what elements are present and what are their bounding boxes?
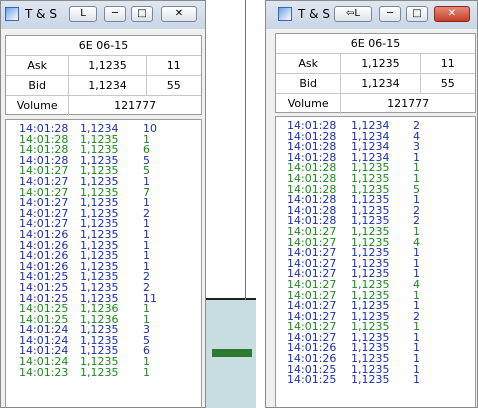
trade-price: 1,1235 — [351, 373, 390, 387]
left-ts-window[interactable]: T & S L ─ □ ✕ 6E 06-15 Ask 1,1235 11 Bid… — [0, 0, 206, 408]
left-title-bar[interactable]: T & S L ─ □ ✕ — [1, 1, 205, 29]
right-volume-label: Volume — [276, 94, 342, 114]
right-contract-name: 6E 06-15 — [350, 37, 401, 50]
left-volume-value: 121777 — [114, 99, 157, 112]
trade-size: 1 — [143, 365, 150, 379]
left-bid-price: 1,1234 — [69, 76, 147, 95]
left-ask-size: 11 — [166, 59, 181, 72]
left-ask-price: 1,1235 — [69, 56, 147, 75]
right-ask-label: Ask — [276, 54, 342, 73]
right-close-button[interactable]: ✕ — [434, 6, 470, 22]
right-title-bar[interactable]: T & S ⇦L ─ □ ✕ — [266, 1, 477, 29]
left-volume-label: Volume — [6, 96, 70, 116]
left-trade-list[interactable]: 14:01:28 1,1234 10 14:01:28 1,1235 1 14:01:28 1… — [5, 119, 202, 407]
left-bid-size: 55 — [166, 79, 181, 92]
right-trade-list[interactable]: 14:01:28 1,1234 2 14:01:28 1,1234 4 14:01:28 1,… — [275, 116, 476, 407]
right-ts-window[interactable]: T & S ⇦L ─ □ ✕ 6E 06-15 Ask 1,1235 11 Bi… — [265, 0, 478, 408]
minimize-icon: ─ — [386, 8, 394, 19]
trade-row: 14:01:23 1,1235 1 — [6, 365, 201, 379]
right-lock-label: L — [354, 8, 360, 19]
right-quote-panel: 6E 06-15 Ask 1,1235 11 Bid 1,1234 55 Vol… — [275, 33, 476, 114]
right-volume-value: 121777 — [387, 97, 430, 110]
background-green-bar — [212, 349, 252, 357]
left-window-title: T & S — [25, 7, 57, 21]
right-ask-price: 1,1235 — [341, 54, 421, 73]
left-lock-button[interactable]: L — [69, 6, 97, 22]
right-window-title: T & S — [298, 7, 330, 21]
minimize-icon: ─ — [111, 8, 119, 19]
right-lock-button[interactable]: ⇦L — [334, 6, 372, 22]
trade-time: 14:01:23 — [19, 365, 69, 379]
left-quote-panel: 6E 06-15 Ask 1,1235 11 Bid 1,1234 55 Vol… — [5, 35, 202, 116]
right-bid-label: Bid — [276, 74, 342, 93]
background-vertical-line — [245, 0, 246, 300]
close-icon: ✕ — [174, 8, 184, 19]
right-bid-price: 1,1234 — [341, 74, 421, 93]
trade-row: 14:01:25 1,1235 1 — [276, 373, 475, 387]
left-minimize-button[interactable]: ─ — [104, 6, 126, 22]
trade-size: 1 — [413, 373, 420, 387]
left-bid-label: Bid — [6, 76, 70, 95]
close-icon: ✕ — [447, 8, 457, 19]
right-bid-size: 55 — [440, 77, 455, 90]
left-close-button[interactable]: ✕ — [161, 6, 197, 22]
left-contract-name: 6E 06-15 — [78, 39, 129, 52]
maximize-icon: □ — [412, 8, 422, 19]
left-maximize-button[interactable]: □ — [131, 6, 153, 22]
right-maximize-button[interactable]: □ — [406, 6, 428, 22]
maximize-icon: □ — [137, 8, 147, 19]
right-ask-size: 11 — [440, 57, 455, 70]
chart-app-icon — [5, 7, 19, 21]
left-ask-label: Ask — [6, 56, 70, 75]
chart-app-icon — [278, 7, 292, 21]
trade-price: 1,1235 — [80, 365, 119, 379]
trade-time: 14:01:25 — [287, 373, 337, 387]
right-minimize-button[interactable]: ─ — [379, 6, 401, 22]
